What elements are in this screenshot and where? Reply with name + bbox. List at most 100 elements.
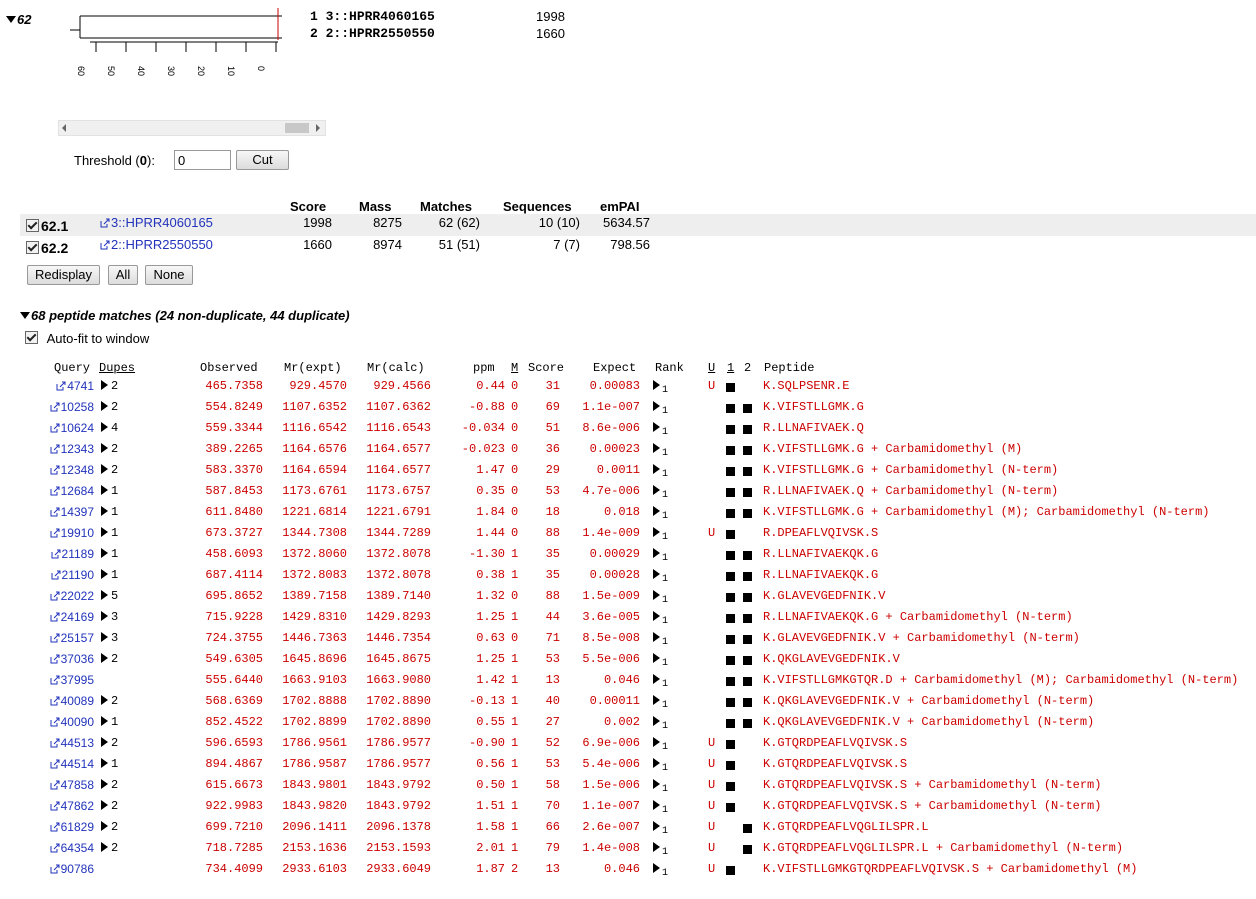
query-link[interactable]: 12684 <box>40 481 94 502</box>
query-link[interactable]: 25157 <box>40 628 94 649</box>
mr-calc-value: 1116.6543 <box>366 421 431 435</box>
query-number: 61829 <box>60 820 94 834</box>
ppm-value: 1.32 <box>476 589 505 603</box>
protein-checkbox[interactable] <box>26 219 39 232</box>
query-link[interactable]: 21190 <box>40 565 94 586</box>
external-link-icon <box>50 528 60 538</box>
dupes-toggle[interactable]: 2 <box>101 439 118 460</box>
dupes-toggle[interactable]: 2 <box>101 649 118 670</box>
query-link[interactable]: 47858 <box>40 775 94 796</box>
protein-link[interactable]: 2::HPRR2550550 <box>100 237 213 252</box>
rank-value: 1 <box>662 406 669 417</box>
protein-link[interactable]: 3::HPRR4060165 <box>100 215 213 230</box>
protein-2-match-square <box>743 614 752 623</box>
query-number: 44513 <box>60 736 94 750</box>
dupes-toggle[interactable]: 2 <box>101 796 118 817</box>
query-link[interactable]: 90786 <box>40 859 94 880</box>
query-link[interactable]: 10624 <box>40 418 94 439</box>
dupes-count: 2 <box>111 778 119 792</box>
query-link[interactable]: 44513 <box>40 733 94 754</box>
dendrogram-axis: 60 50 40 30 20 10 0 <box>60 62 290 86</box>
dupes-toggle[interactable]: 2 <box>101 838 118 859</box>
query-link[interactable]: 10258 <box>40 397 94 418</box>
query-link[interactable]: 19910 <box>40 523 94 544</box>
dupes-toggle[interactable]: 1 <box>101 523 118 544</box>
query-link[interactable]: 61829 <box>40 817 94 838</box>
score-value: 53 <box>545 484 560 498</box>
observed-value: 724.3755 <box>205 631 263 645</box>
dupes-toggle[interactable]: 2 <box>101 376 118 397</box>
query-link[interactable]: 22022 <box>40 586 94 607</box>
expect-value: 6.9e-006 <box>582 736 640 750</box>
dupes-toggle[interactable]: 1 <box>101 502 118 523</box>
protein-1-match-square <box>726 698 735 707</box>
mr-calc-value: 1429.8293 <box>366 610 431 624</box>
query-link[interactable]: 44514 <box>40 754 94 775</box>
mr-calc-value: 1221.6791 <box>366 505 431 519</box>
protein-mass: 8275 <box>373 215 402 230</box>
peptide-row: 44513 2 596.6593 1786.9561 1786.9577 -0.90 1 52… <box>0 733 1256 754</box>
dupes-toggle[interactable]: 2 <box>101 775 118 796</box>
query-link[interactable]: 37036 <box>40 649 94 670</box>
query-link[interactable]: 24169 <box>40 607 94 628</box>
dupes-toggle[interactable]: 1 <box>101 712 118 733</box>
rank-toggle[interactable]: 1 <box>653 859 668 884</box>
dupes-toggle[interactable]: 1 <box>101 481 118 502</box>
cut-button[interactable]: Cut <box>236 150 289 170</box>
query-number: 24169 <box>60 610 94 624</box>
query-link[interactable]: 4741 <box>40 376 94 397</box>
observed-value: 559.3344 <box>205 421 263 435</box>
expand-triangle-icon <box>653 737 660 747</box>
axis-tick-label: 0 <box>256 66 266 72</box>
dupes-toggle[interactable]: 2 <box>101 733 118 754</box>
query-link[interactable]: 37995 <box>40 670 94 691</box>
query-number: 4741 <box>67 379 94 393</box>
scroll-thumb[interactable] <box>285 123 309 133</box>
peptide-section-toggle[interactable]: 68 peptide matches (24 non-duplicate, 44… <box>20 308 350 323</box>
redisplay-button[interactable]: Redisplay <box>27 265 100 285</box>
query-link[interactable]: 40090 <box>40 712 94 733</box>
query-link[interactable]: 64354 <box>40 838 94 859</box>
peptide-row: 22022 5 695.8652 1389.7158 1389.7140 1.32 0 88 1… <box>0 586 1256 607</box>
dupes-toggle[interactable]: 2 <box>101 691 118 712</box>
all-button[interactable]: All <box>108 265 138 285</box>
autofit-option[interactable]: Auto-fit to window <box>25 331 149 346</box>
scroll-left-arrow-icon[interactable] <box>62 124 66 132</box>
score-value: 13 <box>545 862 560 876</box>
query-link[interactable]: 12348 <box>40 460 94 481</box>
axis-tick-label: 50 <box>106 66 116 77</box>
query-link[interactable]: 40089 <box>40 691 94 712</box>
col-header-empai: emPAI <box>600 199 640 214</box>
dupes-toggle[interactable]: 1 <box>101 565 118 586</box>
query-link[interactable]: 14397 <box>40 502 94 523</box>
rank-value: 1 <box>662 679 669 690</box>
horizontal-scrollbar[interactable] <box>58 120 326 136</box>
query-link[interactable]: 21189 <box>40 544 94 565</box>
query-link[interactable]: 12343 <box>40 439 94 460</box>
dupes-toggle[interactable]: 1 <box>101 754 118 775</box>
external-link-icon <box>50 402 60 412</box>
autofit-checkbox[interactable] <box>25 331 38 344</box>
dupes-toggle[interactable]: 3 <box>101 628 118 649</box>
tree-node-toggle[interactable]: 62 <box>6 12 31 27</box>
dupes-toggle[interactable]: 5 <box>101 586 118 607</box>
mr-calc-value: 1663.9080 <box>366 673 431 687</box>
protein-name: 3::HPRR4060165 <box>111 215 213 230</box>
col-header-score: Score <box>290 199 327 214</box>
dupes-toggle[interactable]: 2 <box>101 460 118 481</box>
threshold-input[interactable] <box>174 150 231 170</box>
protein-checkbox[interactable] <box>26 241 39 254</box>
dupes-toggle[interactable]: 1 <box>101 544 118 565</box>
dupes-toggle[interactable]: 2 <box>101 397 118 418</box>
missed-cleavages-value: 0 <box>511 463 519 477</box>
dupes-count: 2 <box>111 442 119 456</box>
query-link[interactable]: 47862 <box>40 796 94 817</box>
dupes-toggle[interactable]: 3 <box>101 607 118 628</box>
dupes-toggle[interactable]: 2 <box>101 817 118 838</box>
protein-2-match-square <box>743 698 752 707</box>
rank-value: 1 <box>662 595 669 606</box>
none-button[interactable]: None <box>145 265 193 285</box>
missed-cleavages-value: 0 <box>511 589 519 603</box>
dupes-toggle[interactable]: 4 <box>101 418 118 439</box>
scroll-right-arrow-icon[interactable] <box>316 124 320 132</box>
